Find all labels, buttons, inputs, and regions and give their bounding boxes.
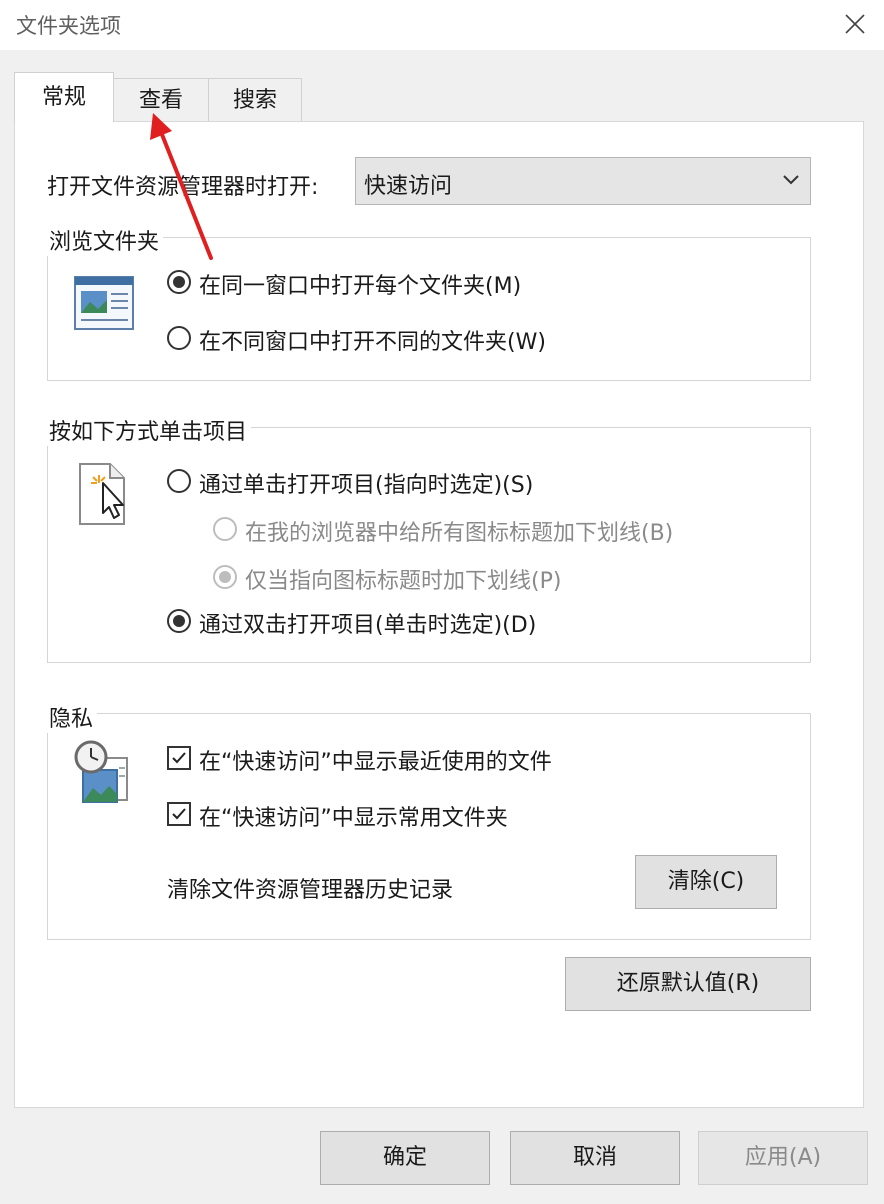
radio-double-click[interactable] xyxy=(167,609,191,633)
ok-button-label: 确定 xyxy=(382,1145,427,1170)
radio-new-window[interactable] xyxy=(167,326,191,350)
tab-view-label: 查看 xyxy=(138,88,183,113)
restore-defaults-button[interactable]: 还原默认值(R) xyxy=(565,957,811,1011)
privacy-clock-icon xyxy=(74,740,128,803)
checkmark-icon xyxy=(172,752,186,764)
cancel-button[interactable]: 取消 xyxy=(510,1131,680,1185)
privacy-title: 隐私 xyxy=(47,701,98,733)
close-icon xyxy=(845,14,865,34)
browse-folders-group xyxy=(47,237,811,381)
tab-search-label: 搜索 xyxy=(232,88,277,113)
window-title: 文件夹选项 xyxy=(16,14,121,38)
open-explorer-label: 打开文件资源管理器时打开: xyxy=(47,175,319,200)
checkbox-frequent-folders[interactable] xyxy=(167,802,191,826)
radio-underline-all[interactable] xyxy=(213,517,237,541)
apply-button-label: 应用(A) xyxy=(744,1145,822,1170)
radio-double-click-label: 通过双击打开项目(单击时选定)(D) xyxy=(199,613,537,638)
single-click-icon xyxy=(79,463,125,525)
close-button[interactable] xyxy=(832,2,878,46)
tab-general-label: 常规 xyxy=(41,85,86,110)
browse-folders-title: 浏览文件夹 xyxy=(47,224,164,256)
chevron-down-icon xyxy=(783,175,799,185)
radio-new-window-label: 在不同窗口中打开不同的文件夹(W) xyxy=(199,330,546,355)
title-bar: 文件夹选项 xyxy=(0,0,884,50)
radio-underline-point[interactable] xyxy=(213,565,237,589)
ok-button[interactable]: 确定 xyxy=(320,1131,490,1185)
radio-same-window[interactable] xyxy=(167,270,191,294)
general-tab-panel: 打开文件资源管理器时打开: 快速访问 浏览文件夹 在同一窗口中打开每个文件夹(M… xyxy=(14,121,864,1108)
tab-view[interactable]: 查看 xyxy=(113,78,209,122)
cancel-button-label: 取消 xyxy=(572,1145,617,1170)
folder-window-icon xyxy=(74,276,134,330)
radio-single-click[interactable] xyxy=(167,469,191,493)
radio-single-click-label: 通过单击打开项目(指向时选定)(S) xyxy=(199,473,534,498)
restore-defaults-button-label: 还原默认值(R) xyxy=(616,971,760,996)
radio-same-window-label: 在同一窗口中打开每个文件夹(M) xyxy=(199,274,522,299)
clear-history-label: 清除文件资源管理器历史记录 xyxy=(167,878,454,903)
checkbox-recent-files-label: 在“快速访问”中显示最近使用的文件 xyxy=(199,750,552,775)
clear-history-button-label: 清除(C) xyxy=(667,869,745,894)
checkbox-recent-files[interactable] xyxy=(167,746,191,770)
open-explorer-select[interactable]: 快速访问 xyxy=(355,157,811,205)
checkbox-frequent-folders-label: 在“快速访问”中显示常用文件夹 xyxy=(199,806,508,831)
tab-general[interactable]: 常规 xyxy=(14,72,114,122)
clear-history-button[interactable]: 清除(C) xyxy=(635,855,777,909)
click-items-title: 按如下方式单击项目 xyxy=(47,414,252,446)
radio-underline-point-label: 仅当指向图标标题时加下划线(P) xyxy=(245,569,562,594)
radio-underline-all-label: 在我的浏览器中给所有图标标题加下划线(B) xyxy=(245,521,674,546)
checkmark-icon xyxy=(172,808,186,820)
apply-button[interactable]: 应用(A) xyxy=(698,1131,868,1185)
tab-search[interactable]: 搜索 xyxy=(208,78,302,122)
open-explorer-value: 快速访问 xyxy=(364,174,453,199)
